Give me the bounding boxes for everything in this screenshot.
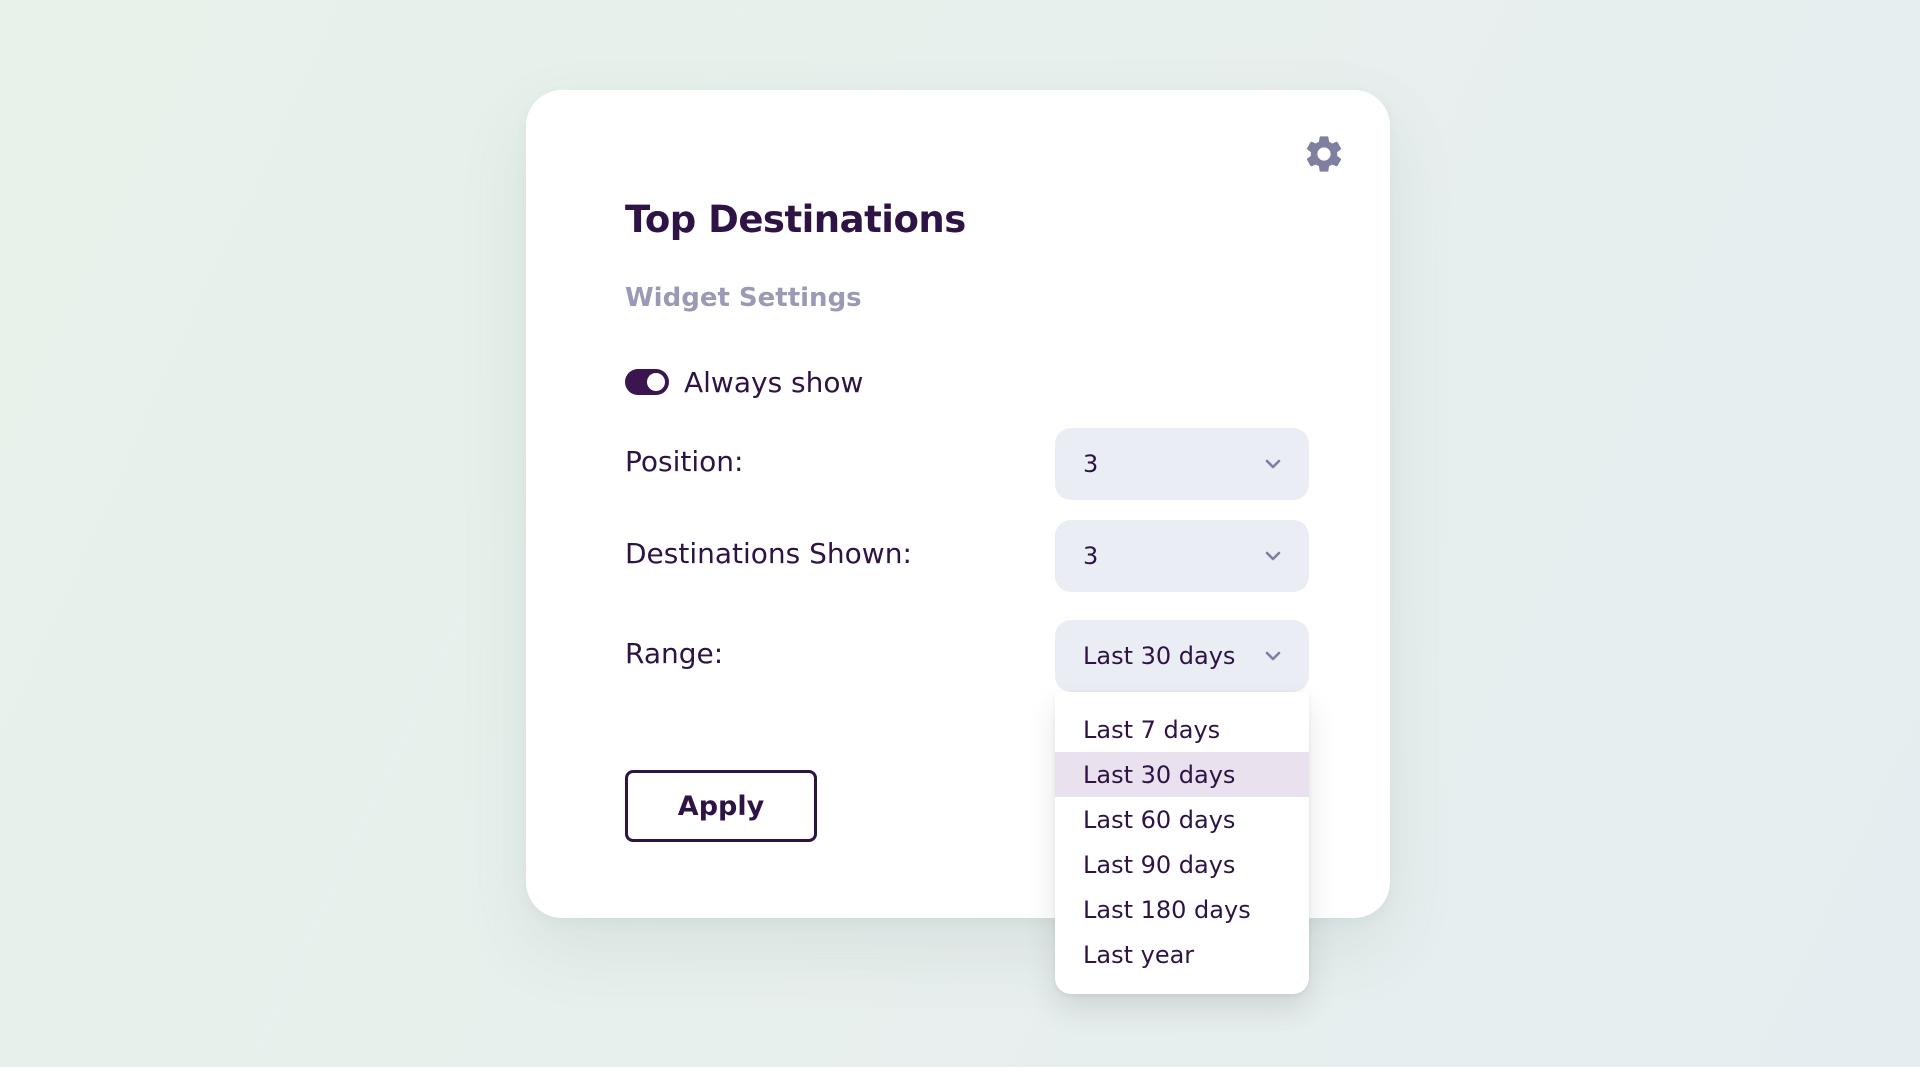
destinations-shown-value: 3 — [1083, 542, 1099, 570]
position-select[interactable]: 3 — [1055, 428, 1309, 500]
always-show-toggle-row[interactable]: Always show — [625, 360, 863, 404]
range-option[interactable]: Last 7 days — [1055, 707, 1309, 752]
chevron-down-icon — [1265, 459, 1281, 469]
chevron-down-icon — [1265, 651, 1281, 661]
range-option[interactable]: Last year — [1055, 932, 1309, 977]
chevron-down-icon — [1265, 551, 1281, 561]
always-show-toggle[interactable] — [625, 369, 669, 395]
range-option[interactable]: Last 180 days — [1055, 887, 1309, 932]
range-option-selected[interactable]: Last 30 days — [1055, 752, 1309, 797]
range-value: Last 30 days — [1083, 642, 1236, 670]
range-option[interactable]: Last 60 days — [1055, 797, 1309, 842]
widget-title: Top Destinations — [625, 198, 966, 241]
position-value: 3 — [1083, 450, 1099, 478]
settings-button[interactable] — [1302, 132, 1346, 176]
toggle-knob — [647, 373, 665, 391]
range-select[interactable]: Last 30 days — [1055, 620, 1309, 692]
always-show-label: Always show — [684, 365, 864, 399]
section-subtitle: Widget Settings — [625, 283, 862, 313]
destinations-shown-label: Destinations Shown: — [625, 537, 912, 570]
destinations-shown-select[interactable]: 3 — [1055, 520, 1309, 592]
position-label: Position: — [625, 445, 744, 478]
apply-button[interactable]: Apply — [625, 770, 817, 842]
range-dropdown-menu: Last 7 days Last 30 days Last 60 days La… — [1055, 692, 1309, 994]
widget-settings-card: Top Destinations Widget Settings Always … — [526, 90, 1390, 994]
gear-icon — [1306, 136, 1342, 172]
range-option[interactable]: Last 90 days — [1055, 842, 1309, 887]
range-label: Range: — [625, 637, 724, 670]
